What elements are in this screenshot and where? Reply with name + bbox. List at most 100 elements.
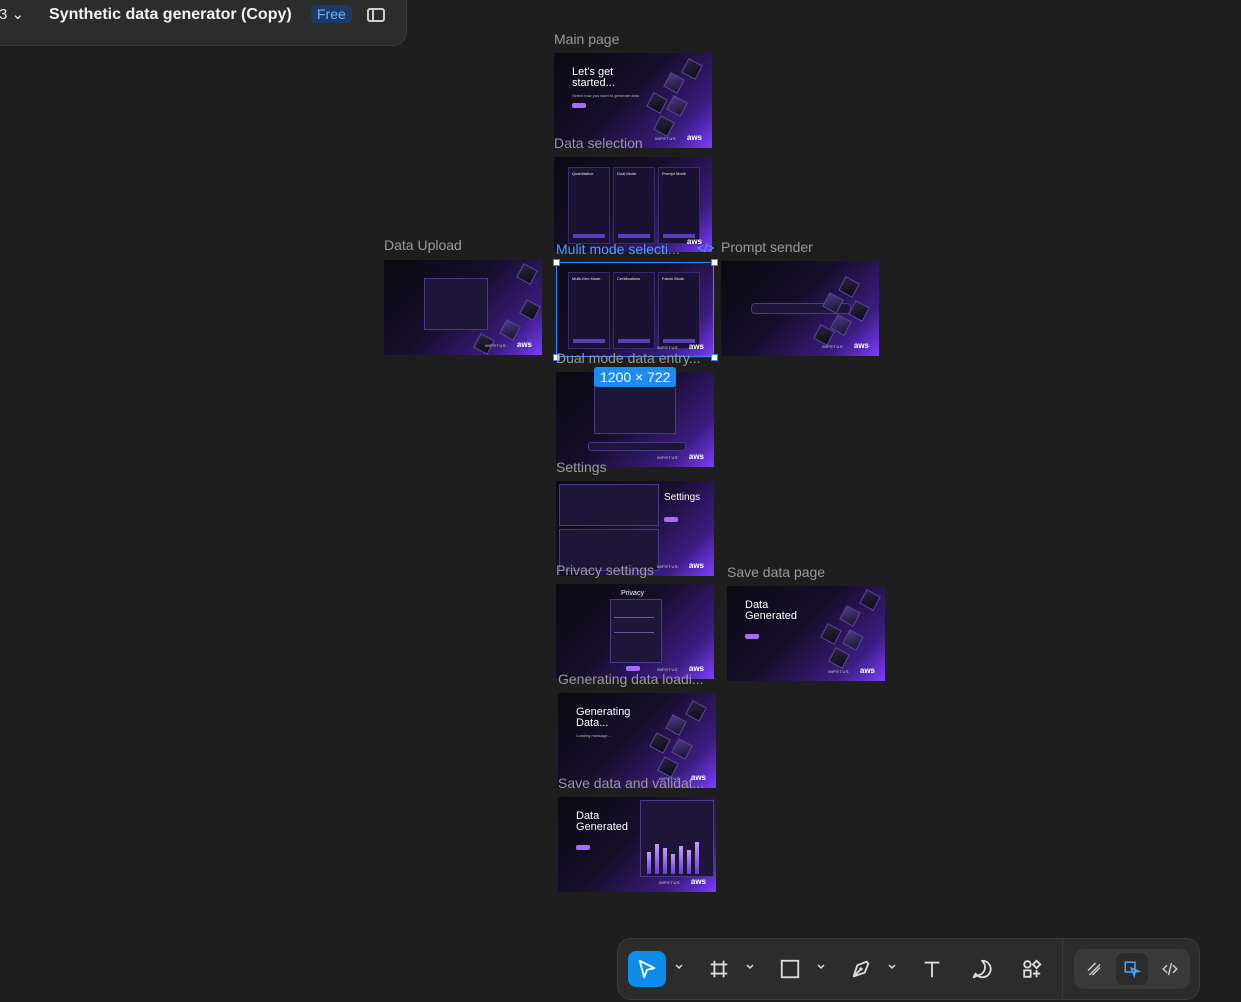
cube-shape bbox=[838, 276, 860, 298]
cube-shape bbox=[820, 623, 842, 645]
chart-bar bbox=[671, 854, 675, 874]
cube-shape bbox=[666, 95, 688, 117]
cube-shape bbox=[665, 714, 687, 736]
frame-icon bbox=[710, 960, 728, 978]
resize-handle[interactable] bbox=[711, 259, 718, 266]
frame-save-data-page[interactable]: Data Generated IMPETUS aws bbox=[727, 586, 885, 681]
frame-prompt-sender[interactable]: IMPETUS aws bbox=[721, 261, 879, 356]
chevron-down-icon[interactable] bbox=[887, 962, 897, 972]
comment-icon bbox=[972, 959, 992, 979]
cube-shape bbox=[663, 72, 685, 94]
frame-button bbox=[576, 845, 590, 850]
frame-tool-button[interactable] bbox=[700, 951, 738, 987]
chart-bar bbox=[647, 852, 651, 874]
frame-label-data-selection[interactable]: Data selection bbox=[554, 135, 643, 151]
cube-shape bbox=[859, 589, 881, 611]
aws-logo: aws bbox=[686, 133, 702, 142]
frame-label-main-page[interactable]: Main page bbox=[554, 31, 619, 47]
code-icon[interactable]: </> bbox=[697, 241, 714, 255]
sidebar-toggle-icon[interactable] bbox=[367, 8, 385, 22]
card-title: Dual Mode bbox=[617, 171, 637, 176]
frame-label-settings[interactable]: Settings bbox=[556, 459, 607, 475]
upload-modal bbox=[594, 384, 676, 434]
rectangle-tool-button[interactable] bbox=[771, 951, 809, 987]
impetus-logo: IMPETUS bbox=[827, 669, 849, 674]
card-title: Prompt Mode bbox=[662, 171, 687, 176]
frame-heading: Let's get started... bbox=[572, 66, 615, 89]
cursor-icon bbox=[638, 959, 656, 979]
move-tool-button[interactable] bbox=[628, 951, 666, 987]
frame-privacy-settings[interactable]: Privacy IMPETUS aws bbox=[556, 584, 714, 679]
settings-panel bbox=[559, 484, 659, 526]
plan-badge[interactable]: Free bbox=[311, 5, 352, 23]
cube-shape bbox=[839, 605, 861, 627]
frame-label-privacy-settings[interactable]: Privacy settings bbox=[556, 562, 654, 578]
mode-card: Prompt Mode bbox=[658, 167, 700, 244]
cube-shape bbox=[848, 300, 870, 322]
mode-card: Dual Mode bbox=[613, 167, 655, 244]
frame-label-generating-data[interactable]: Generating data loadi... bbox=[558, 671, 704, 687]
frame-label-multi-mode[interactable]: Mulit mode selecti... bbox=[556, 241, 680, 257]
dimension-badge: 1200 × 722 bbox=[594, 367, 677, 387]
frame-data-upload[interactable]: IMPETUS aws bbox=[384, 260, 542, 355]
pen-tool-button[interactable] bbox=[842, 951, 880, 987]
text-tool-button[interactable] bbox=[913, 951, 951, 987]
chevron-down-icon[interactable] bbox=[816, 962, 826, 972]
aws-logo: aws bbox=[688, 561, 704, 570]
mode-card: Quantitative bbox=[568, 167, 610, 244]
cube-shape bbox=[649, 732, 671, 754]
draw-icon bbox=[1087, 962, 1101, 976]
cube-shape bbox=[519, 299, 541, 321]
frame-generating-data[interactable]: Generating Data... Loading message... IM… bbox=[558, 693, 716, 788]
cube-shape bbox=[685, 700, 707, 722]
impetus-logo: IMPETUS bbox=[821, 344, 843, 349]
actions-tool-button[interactable] bbox=[1013, 951, 1051, 987]
draw-mode-button[interactable] bbox=[1078, 953, 1110, 985]
privacy-slider bbox=[614, 632, 654, 633]
card-button bbox=[618, 234, 650, 238]
chart-bar bbox=[687, 850, 691, 874]
frame-heading: Data Generated bbox=[576, 810, 628, 833]
aws-logo: aws bbox=[859, 666, 875, 675]
cube-shape bbox=[653, 115, 675, 137]
file-title-bar: 3 ⌄ Synthetic data generator (Copy) Free bbox=[0, 0, 407, 46]
cube-shape bbox=[671, 738, 693, 760]
impetus-logo: IMPETUS bbox=[658, 880, 680, 885]
aws-logo: aws bbox=[690, 877, 706, 886]
frame-label-prompt-sender[interactable]: Prompt sender bbox=[721, 239, 813, 255]
frame-label-save-data-page[interactable]: Save data page bbox=[727, 564, 825, 580]
card-title: Quantitative bbox=[572, 171, 594, 176]
frame-main-page[interactable]: Let's get started... Select how you want… bbox=[554, 53, 712, 148]
frame-heading: Generating Data... bbox=[576, 706, 631, 729]
text-icon bbox=[924, 961, 940, 978]
main-menu-button[interactable]: 3 ⌄ bbox=[0, 5, 24, 23]
toolbar-divider bbox=[1062, 939, 1063, 999]
frame-label-save-and-validate[interactable]: Save data and validat... bbox=[558, 775, 704, 791]
comment-tool-button[interactable] bbox=[963, 951, 1001, 987]
impetus-logo: IMPETUS bbox=[654, 136, 676, 141]
impetus-logo: IMPETUS bbox=[656, 564, 678, 569]
card-button bbox=[573, 234, 605, 238]
chevron-down-icon[interactable] bbox=[674, 962, 684, 972]
chart-bar bbox=[663, 848, 667, 874]
cube-shape bbox=[646, 92, 668, 114]
frame-save-and-validate[interactable]: Data Generated IMPETUS aws bbox=[558, 797, 716, 892]
frame-data-selection[interactable]: Quantitative Dual Mode Prompt Mode aws bbox=[554, 157, 712, 252]
chevron-down-icon[interactable] bbox=[745, 962, 755, 972]
resize-handle[interactable] bbox=[553, 259, 560, 266]
frame-button bbox=[572, 103, 586, 108]
frame-label-dual-mode[interactable]: Dual mode data entry... bbox=[556, 350, 700, 366]
privacy-panel bbox=[610, 599, 662, 663]
frame-label-data-upload[interactable]: Data Upload bbox=[384, 237, 462, 253]
design-mode-button[interactable] bbox=[1116, 953, 1148, 985]
dev-mode-button[interactable] bbox=[1154, 953, 1186, 985]
resize-handle[interactable] bbox=[711, 354, 718, 361]
file-name[interactable]: Synthetic data generator (Copy) bbox=[49, 6, 292, 24]
chart-bar bbox=[695, 842, 699, 874]
frame-subtext: Loading message... bbox=[576, 733, 611, 738]
shapes-actions-icon bbox=[1023, 959, 1042, 978]
prompt-input bbox=[588, 442, 686, 451]
privacy-slider bbox=[614, 617, 654, 618]
aws-logo: aws bbox=[516, 340, 532, 349]
privacy-heading: Privacy bbox=[621, 590, 644, 597]
